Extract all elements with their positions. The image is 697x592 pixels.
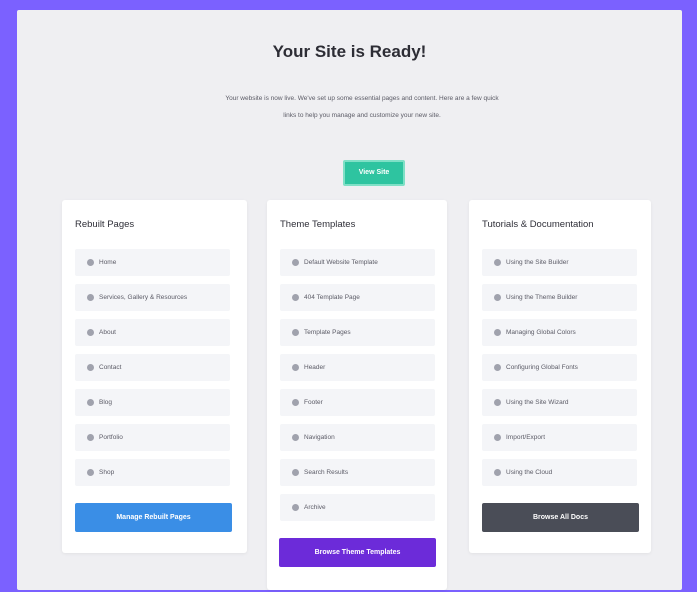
list-item[interactable]: Archive bbox=[280, 494, 435, 521]
list-item[interactable]: Search Results bbox=[280, 459, 435, 486]
template-icon bbox=[292, 329, 299, 336]
card-title: Rebuilt Pages bbox=[75, 219, 135, 230]
doc-icon bbox=[494, 399, 501, 406]
template-icon bbox=[292, 434, 299, 441]
list-item[interactable]: Using the Site Wizard bbox=[482, 389, 637, 416]
list-item[interactable]: Using the Site Builder bbox=[482, 249, 637, 276]
page-icon bbox=[87, 259, 94, 266]
list-item[interactable]: Navigation bbox=[280, 424, 435, 451]
page-icon bbox=[87, 469, 94, 476]
list-item[interactable]: Configuring Global Fonts bbox=[482, 354, 637, 381]
list-item[interactable]: Using the Cloud bbox=[482, 459, 637, 486]
list-item[interactable]: Blog bbox=[75, 389, 230, 416]
doc-icon bbox=[494, 469, 501, 476]
template-icon bbox=[292, 294, 299, 301]
doc-icon bbox=[494, 364, 501, 371]
page-title: Your Site is Ready! bbox=[272, 42, 427, 61]
main-panel: Your Site is Ready! Your website is now … bbox=[17, 10, 682, 590]
list-item[interactable]: Template Pages bbox=[280, 319, 435, 346]
doc-icon bbox=[494, 259, 501, 266]
template-icon bbox=[292, 259, 299, 266]
list-item[interactable]: Services, Gallery & Resources bbox=[75, 284, 230, 311]
page-icon bbox=[87, 294, 94, 301]
list-item[interactable]: Portfolio bbox=[75, 424, 230, 451]
template-icon bbox=[292, 399, 299, 406]
manage-rebuilt-pages-button[interactable]: Manage Rebuilt Pages bbox=[75, 503, 232, 532]
template-icon bbox=[292, 364, 299, 371]
list-item[interactable]: Header bbox=[280, 354, 435, 381]
page-icon bbox=[87, 364, 94, 371]
doc-icon bbox=[494, 294, 501, 301]
browse-all-docs-button[interactable]: Browse All Docs bbox=[482, 503, 639, 532]
list-item[interactable]: Default Website Template bbox=[280, 249, 435, 276]
doc-icon bbox=[494, 434, 501, 441]
list-item[interactable]: Using the Theme Builder bbox=[482, 284, 637, 311]
doc-icon bbox=[494, 329, 501, 336]
card-tutorials: Tutorials & Documentation Using the Site… bbox=[469, 200, 651, 553]
card-title: Theme Templates bbox=[280, 219, 356, 230]
template-icon bbox=[292, 504, 299, 511]
view-site-button[interactable]: View Site bbox=[343, 160, 405, 186]
list-item[interactable]: About bbox=[75, 319, 230, 346]
page-icon bbox=[87, 434, 94, 441]
list-item[interactable]: Managing Global Colors bbox=[482, 319, 637, 346]
page-icon bbox=[87, 329, 94, 336]
list-item[interactable]: Contact bbox=[75, 354, 230, 381]
card-title: Tutorials & Documentation bbox=[482, 219, 594, 230]
page-icon bbox=[87, 399, 94, 406]
page-description: Your website is now live. We've set up s… bbox=[225, 95, 499, 119]
list-item[interactable]: Footer bbox=[280, 389, 435, 416]
list-item[interactable]: 404 Template Page bbox=[280, 284, 435, 311]
browse-theme-templates-button[interactable]: Browse Theme Templates bbox=[279, 538, 436, 567]
card-rebuilt-pages: Rebuilt Pages Home Services, Gallery & R… bbox=[62, 200, 247, 553]
list-item[interactable]: Home bbox=[75, 249, 230, 276]
card-theme-templates: Theme Templates Default Website Template… bbox=[267, 200, 447, 590]
list-item[interactable]: Shop bbox=[75, 459, 230, 486]
list-item[interactable]: Import/Export bbox=[482, 424, 637, 451]
template-icon bbox=[292, 469, 299, 476]
